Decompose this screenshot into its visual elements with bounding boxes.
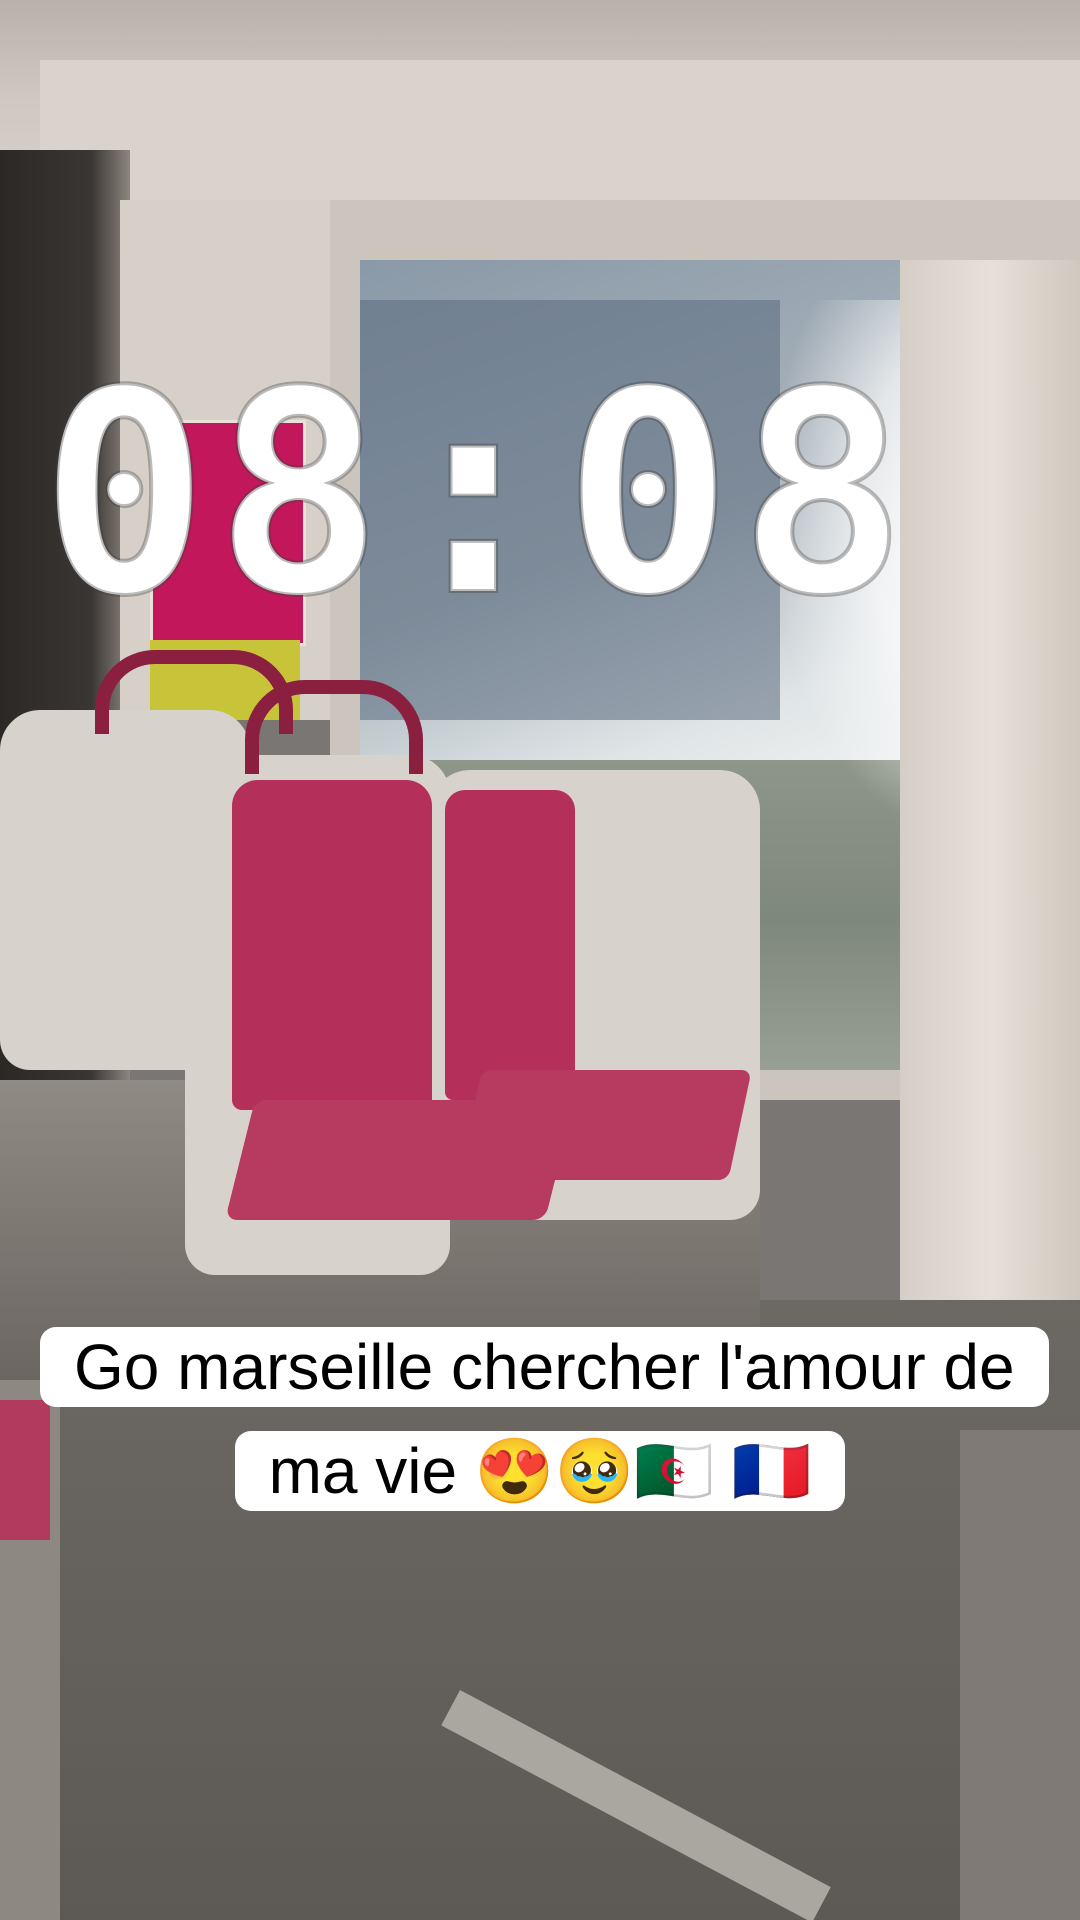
seat-cushion-back-left (232, 780, 432, 1110)
clock-overlay: 08:08 (38, 332, 913, 658)
caption-text: Go marseille chercher l'amour de ma vie … (40, 1327, 1049, 1511)
seat-cushion-right (458, 1070, 752, 1180)
right-pillar (900, 260, 1080, 1460)
photo-background (0, 0, 1080, 1920)
seat-cushion-back-right (445, 790, 575, 1100)
caption: Go marseille chercher l'amour de ma vie … (40, 1315, 1049, 1523)
seat-handle-front (245, 680, 423, 774)
ceiling-panel (40, 60, 1080, 216)
